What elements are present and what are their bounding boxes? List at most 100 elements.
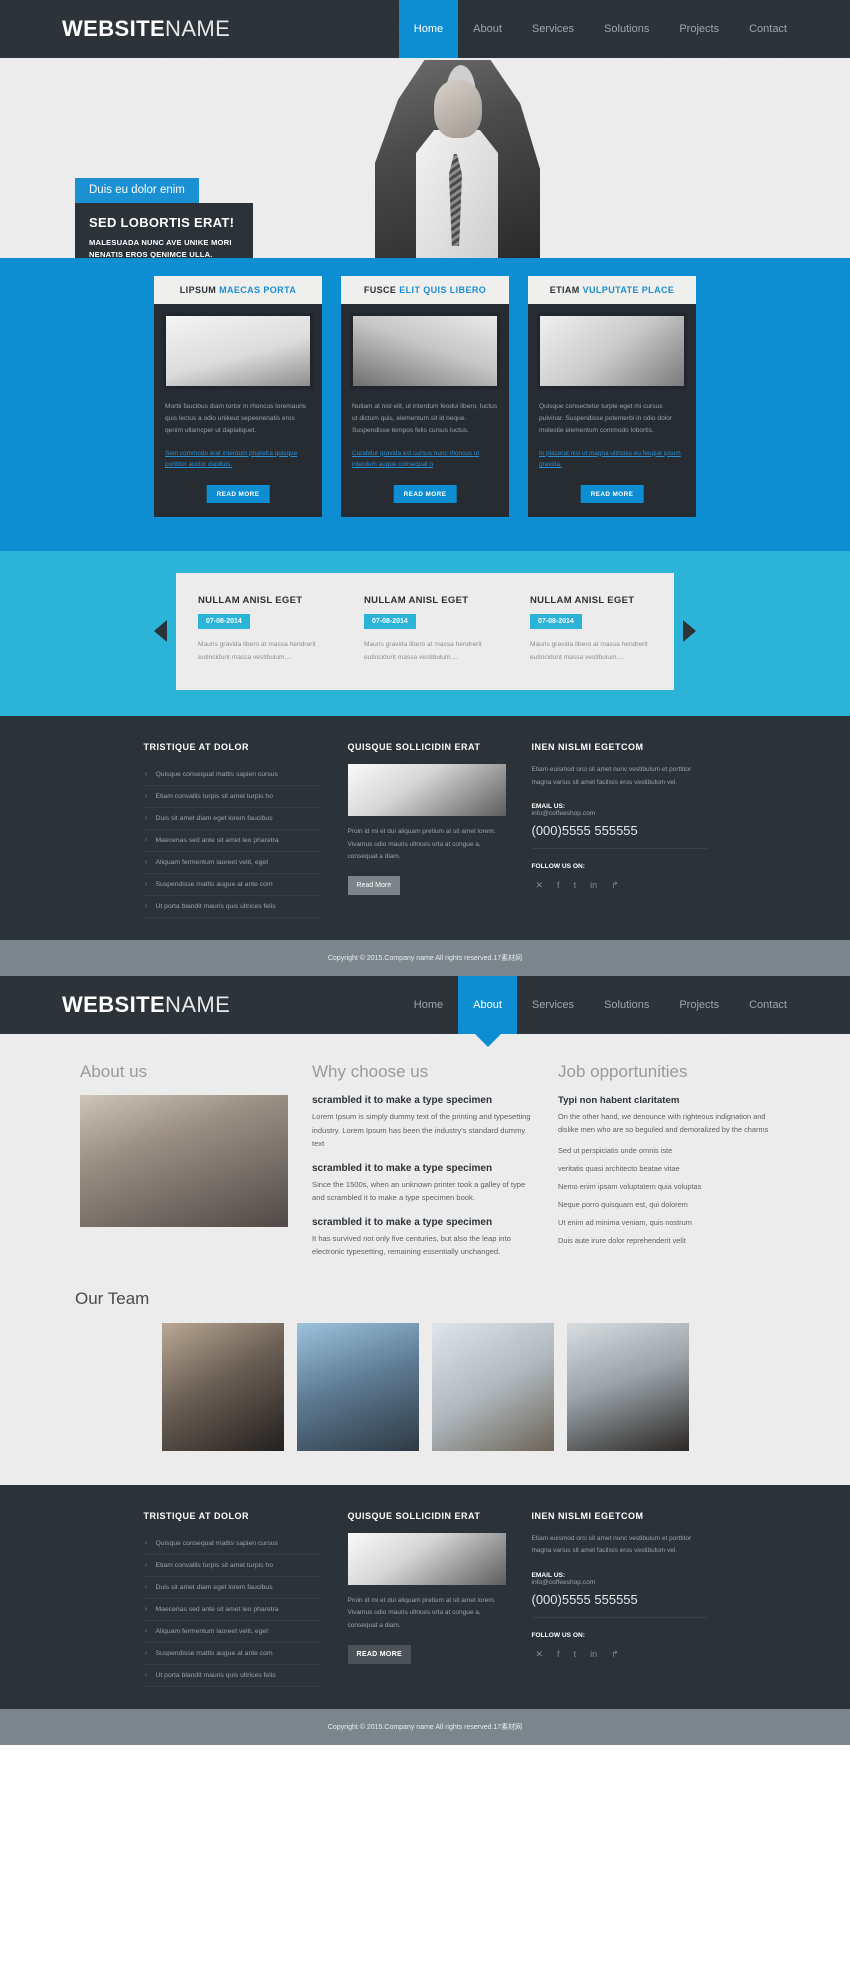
footer-email-value[interactable]: info@coffeeshop.com	[532, 810, 707, 817]
footer-about-text: Proin id mi et dui aliquam pretium at si…	[347, 1596, 496, 1629]
job-opportunities-title: Job opportunities	[558, 1062, 688, 1081]
nav-item-solutions[interactable]: Solutions	[589, 976, 664, 1034]
site-logo-about[interactable]: WEBSITE NAME	[62, 976, 230, 1034]
nav-item-solutions[interactable]: Solutions	[589, 0, 664, 58]
nav-item-about[interactable]: About	[458, 0, 517, 58]
site-logo[interactable]: WEBSITE NAME	[62, 0, 230, 58]
footer-email-label: EMAIL US:	[531, 803, 566, 811]
carousel-prev-arrow-icon[interactable]	[154, 620, 167, 643]
job-paragraph: On the other hand, we denounce with righ…	[558, 1112, 769, 1135]
footer-contact-text: Etiam euismod orci sit amet nunc vestibu…	[531, 766, 692, 786]
social-twitter-icon[interactable]: t	[574, 880, 577, 891]
site-footer-about: TRISTIQUE AT DOLOR Quisque consequat mat…	[0, 1484, 850, 1709]
footer-about-column: QUISQUE SOLLICIDIN ERAT Proin id mi et d…	[347, 1510, 506, 1687]
feature-card-text: Quisque consectetur turpie eget mi cursu…	[539, 403, 673, 435]
site-footer-home: TRISTIQUE AT DOLOR Quisque consequat mat…	[0, 716, 850, 940]
footer-link-item[interactable]: Ut porta blandit mauris quis ultrices fe…	[143, 1665, 322, 1687]
carousel-next-arrow-icon[interactable]	[683, 620, 696, 643]
carousel-item-text: Mauris gravida libero at massa hendrerit…	[530, 640, 648, 661]
footer-about-column: QUISQUE SOLLICIDIN ERAT Proin id mi et d…	[347, 742, 506, 918]
job-list-item[interactable]: Neque porro quisquam est, qui dolorem	[558, 1200, 770, 1209]
about-us-photo	[80, 1095, 288, 1227]
carousel-item[interactable]: NULLAM ANISL EGET 07-08-2014 Mauris grav…	[176, 595, 342, 664]
job-list-item[interactable]: Duis aute irure dolor reprehenderit veli…	[558, 1236, 770, 1245]
footer-link-item[interactable]: Quisque consequat mattis sapien cursus	[143, 764, 322, 786]
nav-item-services[interactable]: Services	[517, 976, 589, 1034]
feature-card-link[interactable]: Curabitur gravida est cursus nunc rhoncu…	[350, 438, 500, 471]
nav-item-contact[interactable]: Contact	[734, 976, 802, 1034]
job-list-item[interactable]: Sed ut perspiciatis unde omnis iste	[558, 1146, 770, 1155]
nav-item-projects[interactable]: Projects	[664, 976, 734, 1034]
footer-email-value[interactable]: info@coffeeshop.com	[532, 1579, 707, 1586]
feature-card-footer: READ MORE	[163, 471, 313, 517]
nav-item-about[interactable]: About	[458, 976, 517, 1034]
site-header-home: WEBSITE NAME Home About Services Solution…	[0, 0, 850, 58]
nav-item-contact[interactable]: Contact	[734, 0, 802, 58]
carousel-item[interactable]: NULLAM ANISL EGET 07-08-2014 Mauris grav…	[508, 595, 674, 664]
copyright-bar-about: Copyright © 2015.Company name All rights…	[0, 1708, 850, 1745]
nav-item-home[interactable]: Home	[398, 0, 459, 58]
job-list-item[interactable]: veritatis quasi architecto beatae vitae	[558, 1164, 770, 1173]
logo-light: NAME	[165, 992, 231, 1017]
social-linkedin-icon[interactable]: in	[590, 1649, 597, 1660]
carousel-item[interactable]: NULLAM ANISL EGET 07-08-2014 Mauris grav…	[342, 595, 508, 664]
social-facebook-icon[interactable]: f	[557, 1649, 560, 1660]
feature-card-footer: READ MORE	[350, 471, 500, 517]
footer-link-item[interactable]: Duis sit amet diam eget lorem faucibus	[143, 808, 322, 830]
social-facebook-icon[interactable]: f	[557, 880, 560, 891]
social-linkedin-icon[interactable]: in	[590, 880, 597, 891]
footer-contact-text: Etiam euismod orci sit amet nunc vestibu…	[531, 1534, 692, 1555]
read-more-button[interactable]: READ MORE	[206, 484, 270, 504]
social-dribbble-icon[interactable]: ✕	[536, 1649, 544, 1660]
read-more-button[interactable]: READ MORE	[393, 484, 457, 504]
read-more-button[interactable]: READ MORE	[580, 484, 644, 504]
nav-item-home[interactable]: Home	[399, 976, 458, 1034]
main-nav: Home About Services Solutions Projects C…	[398, 0, 802, 58]
feature-card-text: Nullam at nisl elit, ut interdum feodui …	[352, 403, 498, 435]
social-share-icon[interactable]: ↱	[611, 880, 619, 891]
job-list-item[interactable]: Nemo enim ipsam voluptatem quia voluptas	[558, 1182, 770, 1191]
team-member-photo[interactable]	[566, 1322, 689, 1451]
footer-link-item[interactable]: Quisque consequat mattis sapien cursus	[143, 1533, 322, 1555]
footer-link-item[interactable]: Maecenas sed ante sit amet leo pharetra	[143, 830, 322, 852]
our-team-row	[0, 1322, 850, 1451]
footer-column-title: QUISQUE SOLLICIDIN ERAT	[347, 1510, 481, 1521]
team-member-photo[interactable]	[296, 1322, 419, 1451]
footer-link-item[interactable]: Etiam convallis turpis sit amet turpis h…	[143, 786, 322, 808]
feature-card-link[interactable]: In placerat nisl ut magna ultricies eu f…	[537, 438, 687, 471]
why-block-heading: scrambled it to make a type specimen	[312, 1216, 493, 1228]
feature-card: FUSCE ELIT QUIS LIBERO Nullam at nisl el…	[341, 276, 509, 517]
footer-read-more-button[interactable]: Read More	[347, 876, 401, 896]
footer-about-text: Proin id mi et dui aliquam pretium at si…	[347, 828, 496, 861]
carousel-panel: NULLAM ANISL EGET 07-08-2014 Mauris grav…	[176, 572, 674, 690]
feature-card-title-main: LIPSUM	[179, 285, 217, 295]
footer-link-item[interactable]: Aliquam fermentum laoreet velit, eget	[143, 1621, 322, 1643]
footer-links-column: TRISTIQUE AT DOLOR Quisque consequat mat…	[143, 1511, 322, 1687]
footer-link-item[interactable]: Maecenas sed ante sit amet leo pharetra	[143, 1599, 322, 1621]
social-dribbble-icon[interactable]: ✕	[536, 880, 544, 891]
team-member-photo[interactable]	[431, 1322, 554, 1451]
feature-card-header: ETIAM VULPUTATE PLACE	[528, 276, 696, 304]
feature-card-title-main: ETIAM	[549, 285, 580, 295]
nav-item-services[interactable]: Services	[517, 0, 589, 58]
footer-link-item[interactable]: Duis sit amet diam eget lorem faucibus	[143, 1577, 322, 1599]
hero-text-box: SED LOBORTIS ERAT! MALESUADA NUNC AVE UN…	[75, 203, 253, 258]
team-member-photo[interactable]	[161, 1322, 284, 1451]
feature-card-link[interactable]: Sem commodo erat interdum pharetra quisq…	[163, 438, 313, 471]
footer-link-item[interactable]: Aliquam fermentum laoreet velit, eget	[143, 852, 322, 874]
carousel-item-text: Mauris gravida libero at massa hendrerit…	[364, 640, 482, 661]
footer-link-item[interactable]: Suspendisse mattis augue at ante com	[143, 1643, 322, 1665]
nav-item-projects[interactable]: Projects	[664, 0, 734, 58]
feature-card-header: FUSCE ELIT QUIS LIBERO	[341, 276, 509, 304]
footer-read-more-button[interactable]: READ MORE	[347, 1644, 411, 1664]
feature-card-body: Morbi faucibus diam tortor in rhoncus lo…	[154, 304, 322, 517]
feature-card-body: Quisque consectetur turpie eget mi cursu…	[528, 304, 696, 517]
footer-link-item[interactable]: Etiam convallis turpis sit amet turpis h…	[143, 1555, 322, 1577]
social-share-icon[interactable]: ↱	[611, 1649, 619, 1660]
footer-link-item[interactable]: Suspendisse mattis augue at ante com	[143, 874, 322, 896]
footer-link-item[interactable]: Ut porta blandit mauris quis ultrices fe…	[143, 896, 322, 918]
job-list-item[interactable]: Ut enim ad minima veniam, quis nostrum	[558, 1218, 770, 1227]
feature-card-title-accent: VULPUTATE PLACE	[582, 285, 675, 295]
social-twitter-icon[interactable]: t	[574, 1649, 577, 1660]
footer-phone-number: (000)5555 555555	[531, 1586, 707, 1618]
